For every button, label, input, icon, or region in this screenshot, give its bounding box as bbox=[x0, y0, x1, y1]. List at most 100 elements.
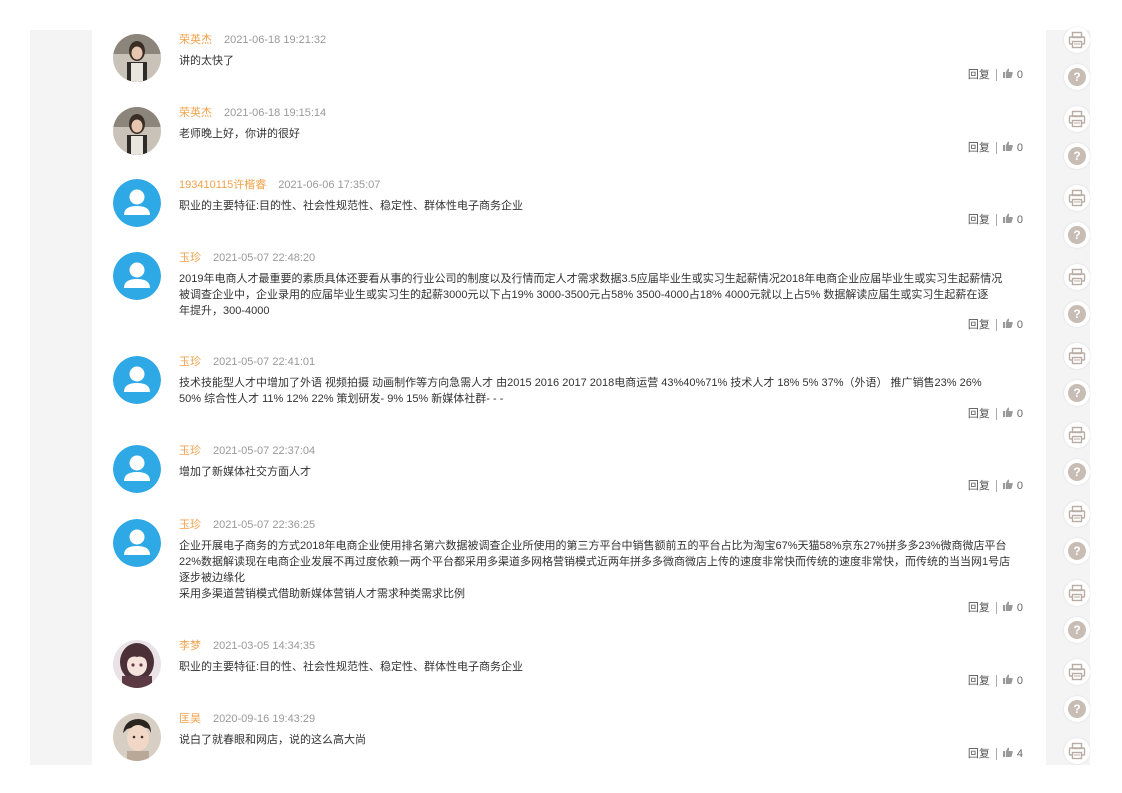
like-count: 0 bbox=[1016, 69, 1023, 82]
printer-icon[interactable] bbox=[1064, 501, 1090, 527]
printer-icon[interactable] bbox=[1064, 580, 1090, 606]
printer-icon[interactable] bbox=[1064, 422, 1090, 448]
default-user-icon[interactable] bbox=[113, 356, 161, 404]
comment-list: 荣英杰 2021-06-18 19:21:32 讲的太快了 回复 0 荣英杰 2021… bbox=[92, 30, 1046, 765]
svg-text:?: ? bbox=[1073, 702, 1080, 716]
question-icon[interactable]: ? bbox=[1064, 617, 1090, 643]
thumbs-up-icon[interactable] bbox=[1002, 213, 1013, 227]
author-name[interactable]: 荣英杰 bbox=[179, 107, 212, 119]
comment-meta: 荣英杰 2021-06-18 19:21:32 bbox=[179, 32, 326, 48]
printer-icon[interactable] bbox=[1064, 106, 1090, 132]
reply-button[interactable]: 回复 bbox=[968, 68, 990, 82]
comment-line: 50% 综合性人才 11% 12% 22% 策划研发- 9% 15% 新媒体社群… bbox=[179, 393, 504, 405]
like-count: 4 bbox=[1016, 748, 1023, 761]
comment-actions: 回复 0 bbox=[968, 601, 1023, 615]
svg-text:?: ? bbox=[1073, 465, 1080, 479]
thumbs-up-icon[interactable] bbox=[1002, 68, 1013, 82]
author-name[interactable]: 匡昊 bbox=[179, 713, 201, 725]
comment-actions: 回复 0 bbox=[968, 479, 1023, 493]
printer-icon[interactable] bbox=[1064, 659, 1090, 685]
comment-text: 说白了就春眼和网店，说的这么高大尚 bbox=[179, 732, 1039, 748]
comment-meta: 李梦 2021-03-05 14:34:35 bbox=[179, 638, 315, 654]
thumbs-up-icon[interactable] bbox=[1002, 407, 1013, 421]
question-icon[interactable]: ? bbox=[1064, 301, 1090, 327]
default-user-icon[interactable] bbox=[113, 519, 161, 567]
comment-line: 被调查企业中，企业录用的应届毕业生或实习生的起薪3000元以下占19% 3000… bbox=[179, 289, 989, 301]
comment-meta: 荣英杰 2021-06-18 19:15:14 bbox=[179, 105, 326, 121]
divider bbox=[995, 408, 997, 421]
anime-girl-icon[interactable] bbox=[113, 640, 161, 688]
photo-man-icon[interactable] bbox=[113, 713, 161, 761]
comment-time: 2021-06-06 17:35:07 bbox=[278, 179, 381, 191]
comment-actions: 回复 0 bbox=[968, 68, 1023, 82]
svg-text:?: ? bbox=[1073, 307, 1080, 321]
question-icon[interactable]: ? bbox=[1064, 696, 1090, 722]
svg-text:?: ? bbox=[1073, 149, 1080, 163]
reply-button[interactable]: 回复 bbox=[968, 601, 990, 615]
svg-text:?: ? bbox=[1073, 544, 1080, 558]
printer-icon[interactable] bbox=[1064, 27, 1090, 53]
reply-button[interactable]: 回复 bbox=[968, 479, 990, 493]
comment-meta: 玉珍 2021-05-07 22:37:04 bbox=[179, 443, 315, 459]
svg-text:?: ? bbox=[1073, 386, 1080, 400]
reply-button[interactable]: 回复 bbox=[968, 213, 990, 227]
thumbs-up-icon[interactable] bbox=[1002, 479, 1013, 493]
photo-woman-icon[interactable] bbox=[113, 34, 161, 82]
divider bbox=[995, 214, 997, 227]
author-name[interactable]: 玉珍 bbox=[179, 356, 201, 368]
reply-button[interactable]: 回复 bbox=[968, 747, 990, 761]
svg-text:?: ? bbox=[1073, 70, 1080, 84]
printer-icon[interactable] bbox=[1064, 185, 1090, 211]
divider bbox=[995, 480, 997, 493]
printer-icon[interactable] bbox=[1064, 738, 1090, 764]
reply-button[interactable]: 回复 bbox=[968, 141, 990, 155]
divider bbox=[995, 69, 997, 82]
comment-text: 老师晚上好，你讲的很好 bbox=[179, 126, 1039, 142]
comment-text: 企业开展电子商务的方式2018年电商企业使用排名第六数据被调查企业所使用的第三方… bbox=[179, 538, 1039, 602]
comment-actions: 回复 0 bbox=[968, 674, 1023, 688]
author-name[interactable]: 玉珍 bbox=[179, 519, 201, 531]
question-icon[interactable]: ? bbox=[1064, 143, 1090, 169]
default-user-icon[interactable] bbox=[113, 445, 161, 493]
thumbs-up-icon[interactable] bbox=[1002, 141, 1013, 155]
question-icon[interactable]: ? bbox=[1064, 64, 1090, 90]
author-name[interactable]: 193410115许楷睿 bbox=[179, 179, 266, 191]
printer-icon[interactable] bbox=[1064, 264, 1090, 290]
photo-woman-icon[interactable] bbox=[113, 107, 161, 155]
divider bbox=[995, 142, 997, 155]
comment-item: 玉珍 2021-05-07 22:41:01 技术技能型人才中增加了外语 视频拍摄… bbox=[92, 354, 1046, 439]
comment-meta: 玉珍 2021-05-07 22:41:01 bbox=[179, 354, 315, 370]
like-count: 0 bbox=[1016, 408, 1023, 421]
comment-text: 职业的主要特征:目的性、社会性规范性、稳定性、群体性电子商务企业 bbox=[179, 198, 1039, 214]
comment-item: 玉珍 2021-05-07 22:36:25 企业开展电子商务的方式2018年电商… bbox=[92, 517, 1046, 635]
comment-actions: 回复 4 bbox=[968, 747, 1023, 761]
reply-button[interactable]: 回复 bbox=[968, 674, 990, 688]
thumbs-up-icon[interactable] bbox=[1002, 601, 1013, 615]
question-icon[interactable]: ? bbox=[1064, 538, 1090, 564]
question-icon[interactable]: ? bbox=[1064, 222, 1090, 248]
svg-text:?: ? bbox=[1073, 228, 1080, 242]
thumbs-up-icon[interactable] bbox=[1002, 747, 1013, 761]
comment-meta: 玉珍 2021-05-07 22:36:25 bbox=[179, 517, 315, 533]
author-name[interactable]: 李梦 bbox=[179, 640, 201, 652]
reply-button[interactable]: 回复 bbox=[968, 318, 990, 332]
svg-text:?: ? bbox=[1073, 623, 1080, 637]
author-name[interactable]: 荣英杰 bbox=[179, 34, 212, 46]
comment-line: 职业的主要特征:目的性、社会性规范性、稳定性、群体性电子商务企业 bbox=[179, 200, 524, 212]
question-icon[interactable]: ? bbox=[1064, 380, 1090, 406]
default-user-icon[interactable] bbox=[113, 179, 161, 227]
like-count: 0 bbox=[1016, 480, 1023, 493]
divider bbox=[995, 602, 997, 615]
comment-line: 2019年电商人才最重要的素质具体还要看从事的行业公司的制度以及行情而定人才需求… bbox=[179, 273, 1003, 285]
question-icon[interactable]: ? bbox=[1064, 459, 1090, 485]
author-name[interactable]: 玉珍 bbox=[179, 252, 201, 264]
comment-meta: 匡昊 2020-09-16 19:43:29 bbox=[179, 711, 315, 727]
comment-time: 2021-05-07 22:37:04 bbox=[213, 445, 316, 457]
author-name[interactable]: 玉珍 bbox=[179, 445, 201, 457]
thumbs-up-icon[interactable] bbox=[1002, 318, 1013, 332]
reply-button[interactable]: 回复 bbox=[968, 407, 990, 421]
printer-icon[interactable] bbox=[1064, 343, 1090, 369]
thumbs-up-icon[interactable] bbox=[1002, 674, 1013, 688]
default-user-icon[interactable] bbox=[113, 252, 161, 300]
comment-meta: 193410115许楷睿 2021-06-06 17:35:07 bbox=[179, 177, 380, 193]
